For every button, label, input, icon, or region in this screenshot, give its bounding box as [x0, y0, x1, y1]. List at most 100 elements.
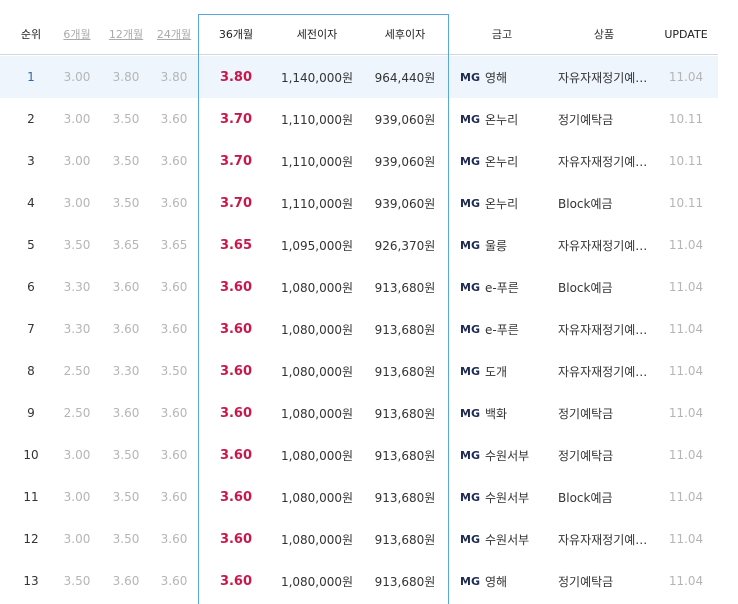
bank-cell[interactable]: MG 영해	[450, 56, 554, 98]
rate-24-months-cell: 3.60	[160, 322, 188, 336]
bank-cell[interactable]: MG 온누리	[450, 182, 554, 224]
rate-36-months-cell: 3.60	[219, 531, 253, 547]
update-date-cell: 11.04	[668, 364, 704, 378]
table-row[interactable]: 7 3.30 3.60 3.60 3.60 1,080,000원 913,680원 MG e-푸…	[0, 308, 718, 350]
rate-12-months-cell: 3.50	[112, 448, 140, 462]
table-row[interactable]: 5 3.50 3.65 3.65 3.65 1,095,000원 926,370원 MG 울릉 자…	[0, 224, 718, 266]
posttax-interest-cell: 913,680원	[374, 322, 436, 337]
header-36-months[interactable]: 36개월	[200, 14, 272, 54]
bank-cell[interactable]: MG 영해	[450, 560, 554, 602]
rate-24-months-cell: 3.50	[160, 364, 188, 378]
product-cell[interactable]: 자유자재정기예…	[554, 56, 654, 98]
mg-badge: MG	[460, 490, 480, 504]
rate-6-months-cell: 2.50	[63, 406, 91, 420]
table-row[interactable]: 10 3.00 3.50 3.60 3.60 1,080,000원 913,680원 MG 수원…	[0, 434, 718, 476]
rate-6-months-cell: 3.30	[63, 280, 91, 294]
table-row[interactable]: 3 3.00 3.50 3.60 3.70 1,110,000원 939,060원 MG 온누리…	[0, 140, 718, 182]
table-row[interactable]: 13 3.50 3.60 3.60 3.60 1,080,000원 913,680원 MG 영해…	[0, 560, 718, 602]
rate-6-months-cell: 3.50	[63, 574, 91, 588]
product-cell[interactable]: 자유자재정기예…	[554, 350, 654, 392]
posttax-interest-cell: 913,680원	[374, 406, 436, 421]
rate-24-months-cell: 3.60	[160, 112, 188, 126]
posttax-interest-cell: 939,060원	[374, 112, 436, 127]
bank-name: 영해	[484, 574, 508, 589]
table-row[interactable]: 1 3.00 3.80 3.80 3.80 1,140,000원 964,440원 MG 영해 자…	[0, 56, 718, 98]
product-cell[interactable]: Block예금	[554, 182, 654, 224]
update-date-cell: 10.11	[668, 196, 704, 210]
update-date-cell: 11.04	[668, 322, 704, 336]
rate-36-months-cell: 3.80	[219, 69, 253, 85]
rate-6-months-cell: 3.00	[63, 448, 91, 462]
pretax-interest-cell: 1,080,000원	[280, 280, 354, 295]
rate-6-months-cell: 3.30	[63, 322, 91, 336]
bank-name: 수원서부	[484, 490, 530, 505]
bank-cell[interactable]: MG 도개	[450, 350, 554, 392]
pretax-interest-cell: 1,080,000원	[280, 322, 354, 337]
rate-36-months-cell: 3.60	[219, 321, 253, 337]
table-row[interactable]: 11 3.00 3.50 3.60 3.60 1,080,000원 913,680원 MG 수원…	[0, 476, 718, 518]
rank-cell: 3	[27, 154, 35, 168]
posttax-interest-cell: 964,440원	[374, 70, 436, 85]
product-name: 정기예탁금	[558, 406, 614, 421]
product-name: 자유자재정기예…	[558, 154, 648, 169]
product-cell[interactable]: 자유자재정기예…	[554, 140, 654, 182]
rate-6-months-cell: 2.50	[63, 364, 91, 378]
rank-cell: 11	[23, 490, 39, 504]
bank-cell[interactable]: MG 수원서부	[450, 476, 554, 518]
bank-name: 백화	[484, 406, 508, 421]
rate-36-months-cell: 3.60	[219, 573, 253, 589]
mg-badge: MG	[460, 406, 480, 420]
product-cell[interactable]: Block예금	[554, 266, 654, 308]
bank-cell[interactable]: MG e-푸른	[450, 308, 554, 350]
bank-cell[interactable]: MG 울릉	[450, 224, 554, 266]
bank-cell[interactable]: MG 온누리	[450, 98, 554, 140]
mg-badge: MG	[460, 112, 480, 126]
bank-cell[interactable]: MG 백화	[450, 392, 554, 434]
bank-cell[interactable]: MG 수원서부	[450, 518, 554, 560]
bank-cell[interactable]: MG e-푸른	[450, 266, 554, 308]
table-row[interactable]: 12 3.00 3.50 3.60 3.60 1,080,000원 913,680원 MG 수원…	[0, 518, 718, 560]
rate-24-months-cell: 3.60	[160, 532, 188, 546]
mg-badge: MG	[460, 322, 480, 336]
rate-12-months-cell: 3.50	[112, 154, 140, 168]
header-bank: 금고	[491, 28, 513, 41]
bank-name: 영해	[484, 70, 508, 85]
product-cell[interactable]: 자유자재정기예…	[554, 308, 654, 350]
table-row[interactable]: 4 3.00 3.50 3.60 3.70 1,110,000원 939,060원 MG 온누리…	[0, 182, 718, 224]
product-cell[interactable]: Block예금	[554, 476, 654, 518]
rate-12-months-cell: 3.65	[112, 238, 140, 252]
product-cell[interactable]: 정기예탁금	[554, 98, 654, 140]
bank-name: e-푸른	[484, 322, 519, 337]
rate-12-months-cell: 3.50	[112, 112, 140, 126]
posttax-interest-cell: 926,370원	[374, 238, 436, 253]
posttax-interest-cell: 939,060원	[374, 196, 436, 211]
rate-36-months-cell: 3.65	[219, 237, 253, 253]
table-row[interactable]: 6 3.30 3.60 3.60 3.60 1,080,000원 913,680원 MG e-푸…	[0, 266, 718, 308]
table-row[interactable]: 2 3.00 3.50 3.60 3.70 1,110,000원 939,060원 MG 온누리…	[0, 98, 718, 140]
header-12-months-sort[interactable]: 12개월	[102, 14, 150, 54]
rate-24-months-cell: 3.60	[160, 406, 188, 420]
header-6-months-sort[interactable]: 6개월	[52, 14, 102, 54]
table-row[interactable]: 9 2.50 3.60 3.60 3.60 1,080,000원 913,680원 MG 백화 정…	[0, 392, 718, 434]
product-cell[interactable]: 자유자재정기예…	[554, 518, 654, 560]
bank-cell[interactable]: MG 수원서부	[450, 434, 554, 476]
pretax-interest-cell: 1,110,000원	[280, 154, 354, 169]
rate-6-months-cell: 3.00	[63, 154, 91, 168]
product-cell[interactable]: 자유자재정기예…	[554, 224, 654, 266]
bank-cell[interactable]: MG 온누리	[450, 140, 554, 182]
rank-cell: 10	[23, 448, 39, 462]
posttax-interest-cell: 913,680원	[374, 364, 436, 379]
table-row[interactable]: 8 2.50 3.30 3.50 3.60 1,080,000원 913,680원 MG 도개 자…	[0, 350, 718, 392]
header-24-months-sort[interactable]: 24개월	[150, 14, 198, 54]
rate-6-months-cell: 3.50	[63, 238, 91, 252]
posttax-interest-cell: 939,060원	[374, 154, 436, 169]
rate-12-months-cell: 3.30	[112, 364, 140, 378]
rate-36-months-cell: 3.70	[219, 195, 253, 211]
product-cell[interactable]: 정기예탁금	[554, 392, 654, 434]
rank-cell: 2	[27, 112, 35, 126]
update-date-cell: 11.04	[668, 406, 704, 420]
product-cell[interactable]: 정기예탁금	[554, 434, 654, 476]
rate-12-months-cell: 3.60	[112, 322, 140, 336]
product-cell[interactable]: 정기예탁금	[554, 560, 654, 602]
rank-cell: 7	[27, 322, 35, 336]
